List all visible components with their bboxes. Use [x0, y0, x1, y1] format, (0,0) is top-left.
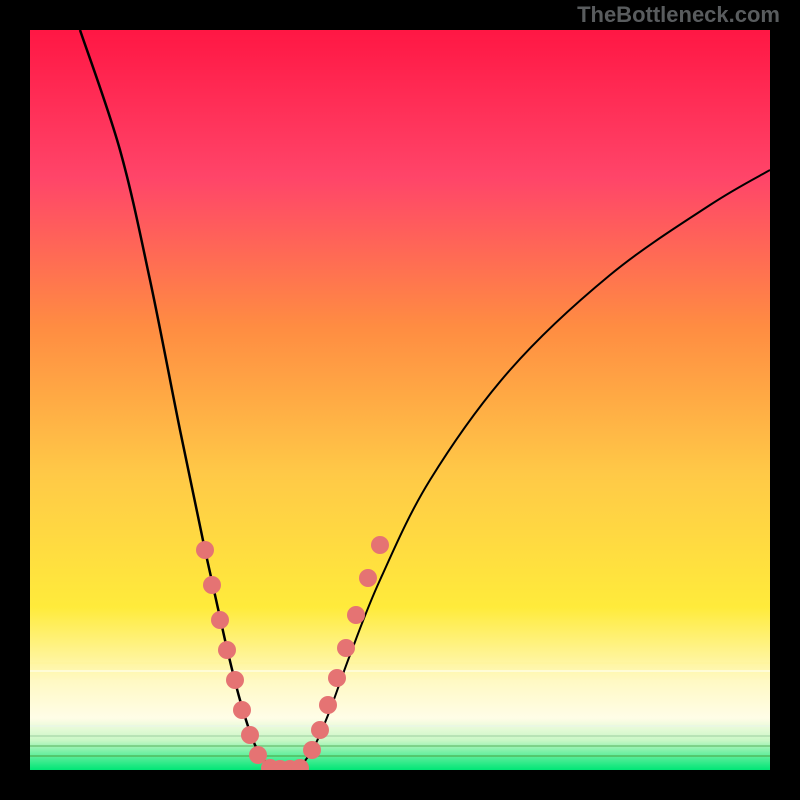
- data-dot: [203, 576, 221, 594]
- data-dot: [233, 701, 251, 719]
- data-dot: [337, 639, 355, 657]
- watermark-text: TheBottleneck.com: [577, 2, 780, 28]
- data-dot: [303, 741, 321, 759]
- chart-area: [30, 30, 770, 770]
- data-dot: [218, 641, 236, 659]
- data-dot: [211, 611, 229, 629]
- data-dot: [311, 721, 329, 739]
- data-dot: [371, 536, 389, 554]
- data-dot: [319, 696, 337, 714]
- data-dot: [328, 669, 346, 687]
- data-dot: [347, 606, 365, 624]
- data-dot: [241, 726, 259, 744]
- data-dot: [226, 671, 244, 689]
- data-dot: [359, 569, 377, 587]
- chart-container: TheBottleneck.com: [0, 0, 800, 800]
- gradient-background: [30, 30, 770, 770]
- data-dot: [196, 541, 214, 559]
- chart-svg: [30, 30, 770, 770]
